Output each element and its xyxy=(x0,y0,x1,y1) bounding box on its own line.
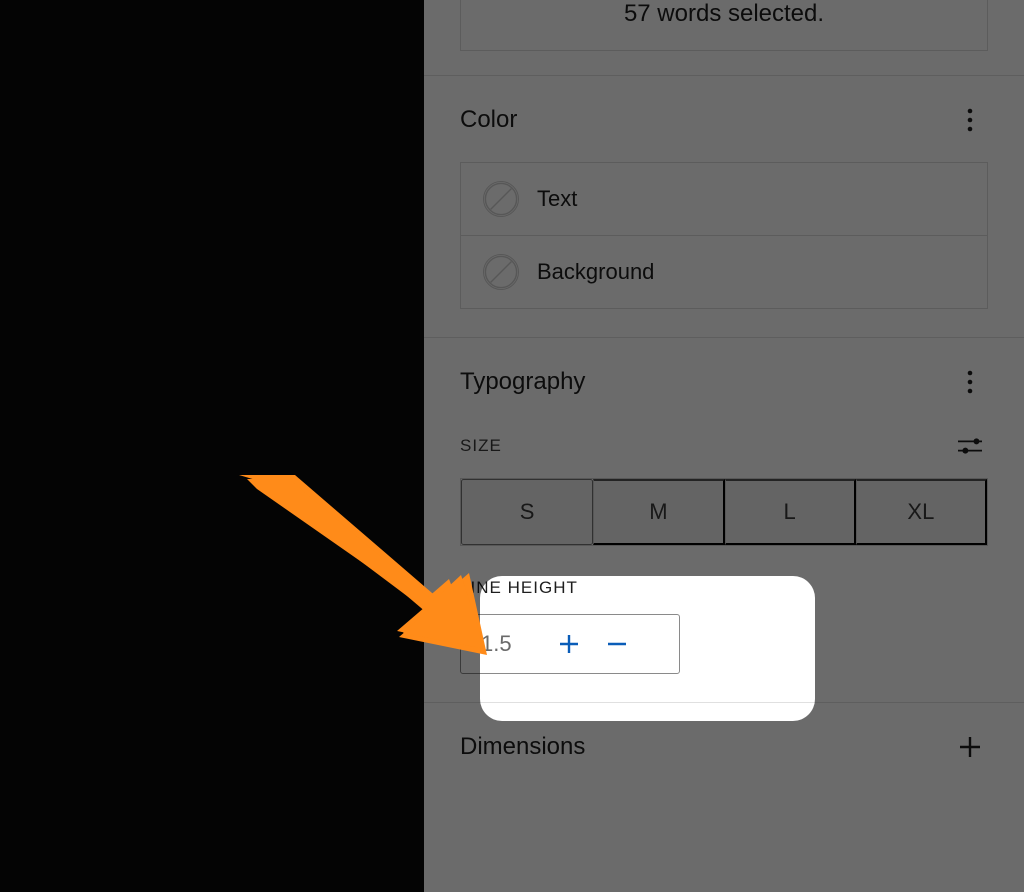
plus-icon xyxy=(959,736,981,758)
size-option-s[interactable]: S xyxy=(461,479,593,545)
size-row: SIZE xyxy=(460,428,988,464)
plus-icon xyxy=(559,634,579,654)
color-header: Color xyxy=(460,100,988,140)
more-vertical-icon xyxy=(967,108,973,132)
line-height-input[interactable] xyxy=(461,631,545,657)
stage: 57 words selected. Color Text xyxy=(0,0,1024,892)
color-section: Color Text Background xyxy=(424,75,1024,337)
color-text-label: Text xyxy=(537,186,577,212)
line-height-label: LINE HEIGHT xyxy=(460,578,988,598)
size-segmented: S M L XL xyxy=(460,478,988,546)
color-list: Text Background xyxy=(460,162,988,309)
sliders-icon xyxy=(958,436,982,456)
line-height-stepper xyxy=(460,614,680,674)
size-option-m[interactable]: M xyxy=(593,479,724,545)
size-label: SIZE xyxy=(460,436,502,456)
color-background-row[interactable]: Background xyxy=(461,235,987,308)
minus-icon xyxy=(607,634,627,654)
no-color-icon xyxy=(483,254,519,290)
typography-options-button[interactable] xyxy=(952,364,988,400)
dimensions-title: Dimensions xyxy=(460,733,585,761)
size-option-l[interactable]: L xyxy=(725,479,856,545)
settings-panel: 57 words selected. Color Text xyxy=(424,0,1024,892)
color-title: Color xyxy=(460,106,517,134)
no-color-icon xyxy=(483,181,519,217)
typography-title: Typography xyxy=(460,368,585,396)
line-height-decrease-button[interactable] xyxy=(593,615,641,673)
size-option-xl[interactable]: XL xyxy=(856,479,987,545)
selection-box: 57 words selected. xyxy=(460,0,988,51)
selection-section: 57 words selected. xyxy=(424,0,1024,75)
selection-text: 57 words selected. xyxy=(481,0,967,28)
line-height-increase-button[interactable] xyxy=(545,615,593,673)
typography-section: Typography SIZE S M xyxy=(424,337,1024,702)
color-text-row[interactable]: Text xyxy=(461,163,987,235)
dimensions-add-button[interactable] xyxy=(952,729,988,765)
color-options-button[interactable] xyxy=(952,102,988,138)
size-custom-button[interactable] xyxy=(952,428,988,464)
line-height-block: LINE HEIGHT xyxy=(460,578,988,674)
dimensions-section: Dimensions xyxy=(424,702,1024,795)
more-vertical-icon xyxy=(967,370,973,394)
typography-header: Typography xyxy=(460,362,988,402)
color-background-label: Background xyxy=(537,259,654,285)
dimensions-header: Dimensions xyxy=(460,727,988,767)
